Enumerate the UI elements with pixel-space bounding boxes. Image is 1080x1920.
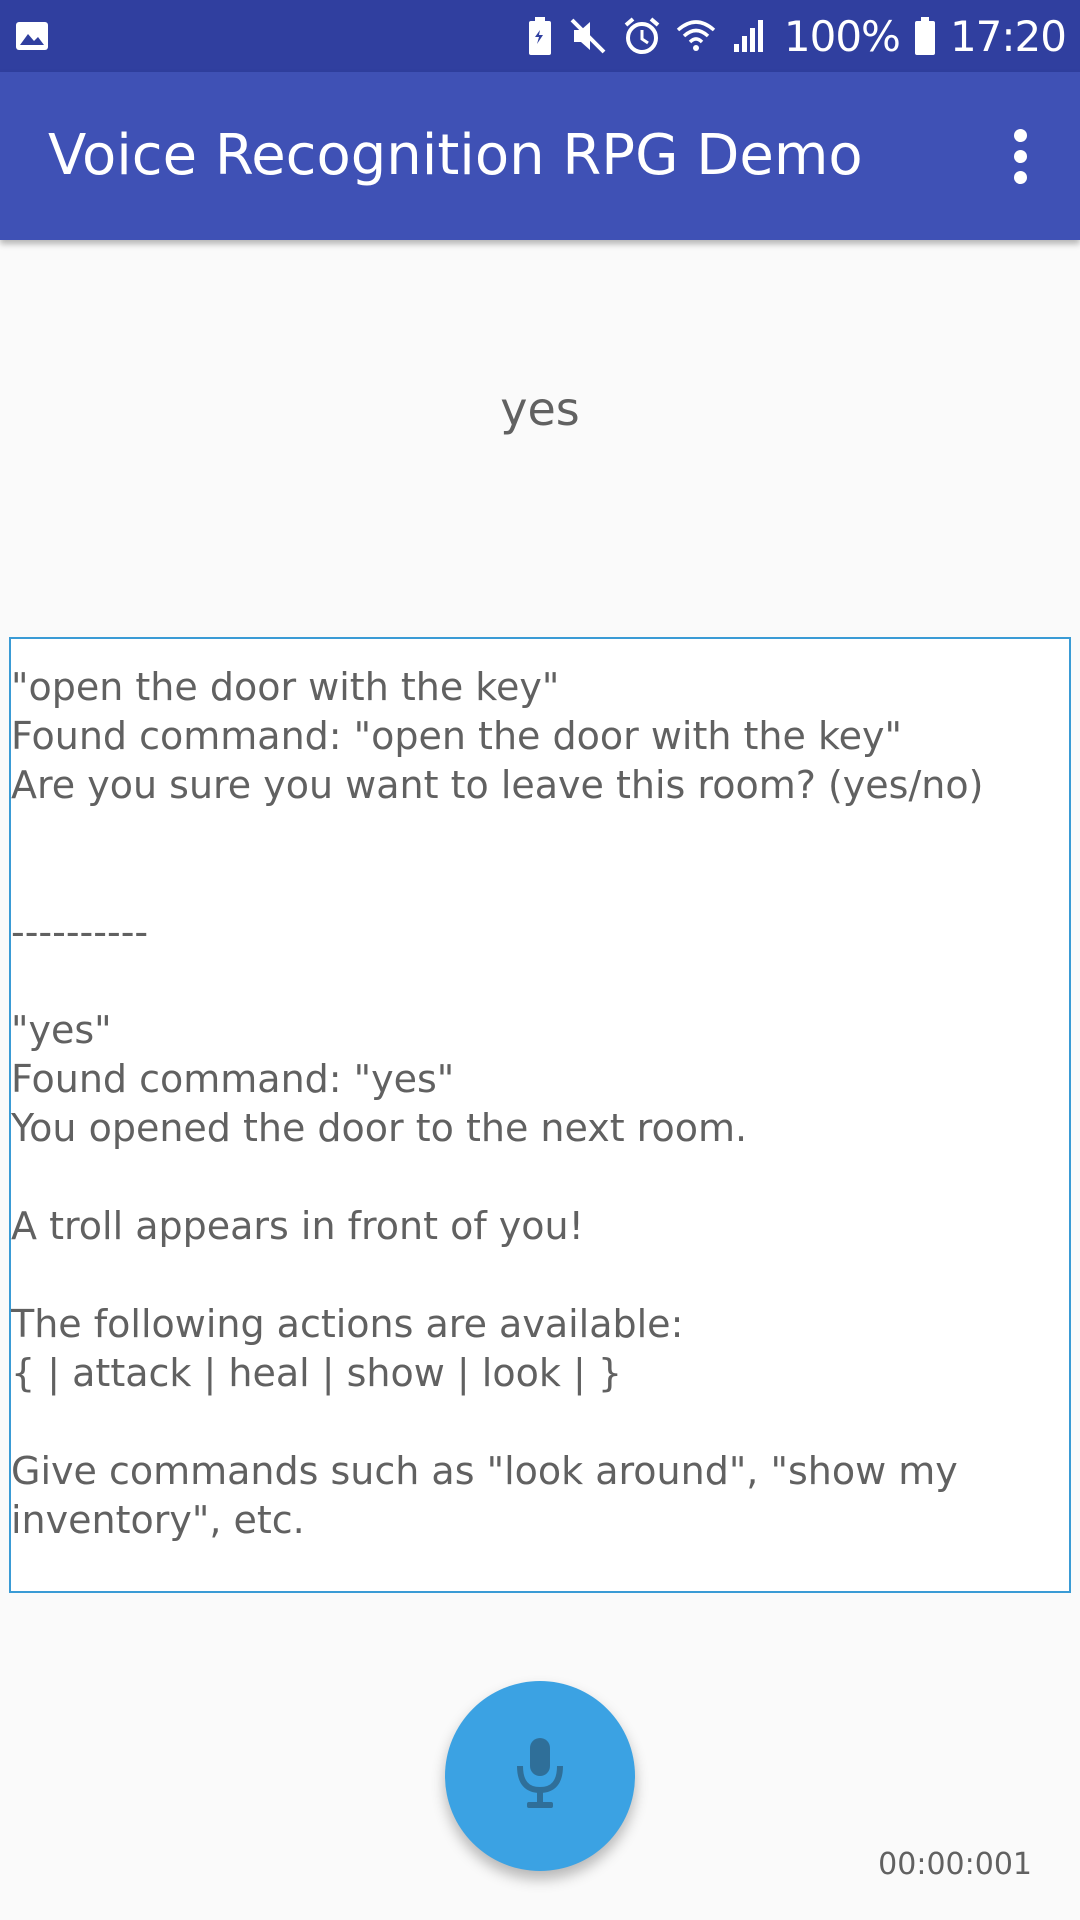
log-line: inventory", etc.: [11, 1498, 305, 1542]
log-line: Found command: "open the door with the k…: [11, 714, 902, 758]
recognized-speech-text: yes: [500, 382, 580, 436]
microphone-button[interactable]: [445, 1681, 635, 1871]
log-line: "open the door with the key": [11, 665, 560, 709]
battery-saver-icon: [526, 16, 554, 56]
more-vert-icon: [1013, 128, 1027, 142]
log-line: Are you sure you want to leave this room…: [11, 763, 984, 807]
more-options-button[interactable]: [984, 108, 1056, 204]
log-line: Give commands such as "look around", "sh…: [11, 1449, 958, 1493]
game-log-panel[interactable]: "open the door with the key" Found comma…: [9, 637, 1071, 1593]
battery-icon: [914, 16, 936, 56]
log-line: Found command: "yes": [11, 1057, 455, 1101]
log-line: You opened the door to the next room.: [11, 1106, 748, 1150]
image-icon: [14, 18, 50, 54]
signal-icon: [730, 16, 770, 56]
log-separator: ----------: [11, 910, 149, 954]
log-line: The following actions are available:: [11, 1302, 684, 1346]
status-icons: 100% 17:20: [526, 0, 1067, 72]
app-title: Voice Recognition RPG Demo: [48, 123, 863, 188]
clock: 17:20: [949, 11, 1067, 61]
battery-percent: 100%: [783, 11, 901, 61]
log-line: "yes": [11, 1008, 112, 1052]
mute-icon: [568, 16, 608, 56]
microphone-icon: [515, 1736, 565, 1816]
log-line: { | attack | heal | show | look | }: [11, 1351, 623, 1395]
wifi-icon: [676, 16, 716, 56]
app-bar: Voice Recognition RPG Demo: [0, 72, 1080, 240]
elapsed-timer: 00:00:001: [878, 1847, 1032, 1882]
log-line: A troll appears in front of you!: [11, 1204, 584, 1248]
alarm-icon: [622, 16, 662, 56]
status-bar: 100% 17:20: [0, 0, 1080, 72]
